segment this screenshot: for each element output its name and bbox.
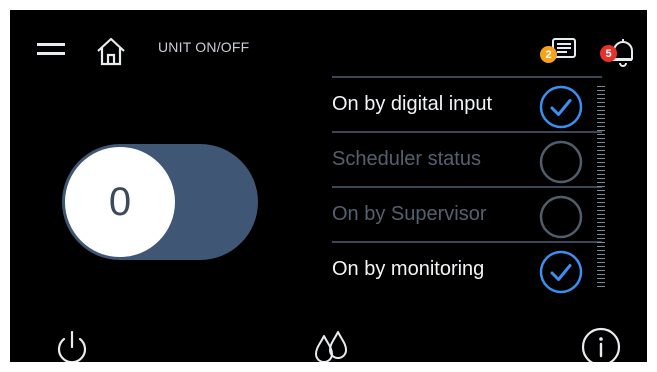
messages-count-badge: 2 (540, 46, 557, 63)
drops-icon[interactable] (310, 328, 354, 362)
page-title: UNIT ON/OFF (158, 39, 250, 55)
status-label: On by monitoring (332, 258, 485, 280)
alarms-count-badge: 5 (600, 45, 617, 62)
device-screen: UNIT ON/OFF 2 5 0 On by digital input Sc… (10, 10, 647, 362)
status-label: On by Supervisor (332, 203, 487, 225)
messages-button[interactable]: 2 (540, 34, 580, 70)
list-scrollbar[interactable] (597, 86, 605, 290)
status-label: Scheduler status (332, 148, 481, 170)
checked-circle-icon (539, 250, 583, 294)
toggle-value: 0 (108, 179, 132, 224)
unit-on-off-toggle[interactable]: 0 (62, 144, 258, 260)
list-item: On by monitoring (332, 241, 602, 296)
toggle-knob: 0 (65, 147, 175, 257)
unchecked-circle-icon (539, 195, 583, 239)
list-item: On by digital input (332, 76, 602, 131)
status-list: On by digital input Scheduler status On … (332, 76, 602, 296)
unchecked-circle-icon (539, 140, 583, 184)
home-icon[interactable] (94, 34, 128, 68)
power-icon[interactable] (52, 328, 92, 362)
status-label: On by digital input (332, 93, 493, 115)
menu-icon[interactable] (36, 38, 66, 60)
checked-circle-icon (539, 85, 583, 129)
list-item: On by Supervisor (332, 186, 602, 241)
info-icon[interactable] (580, 326, 622, 362)
list-item: Scheduler status (332, 131, 602, 186)
alarms-button[interactable]: 5 (596, 34, 636, 70)
